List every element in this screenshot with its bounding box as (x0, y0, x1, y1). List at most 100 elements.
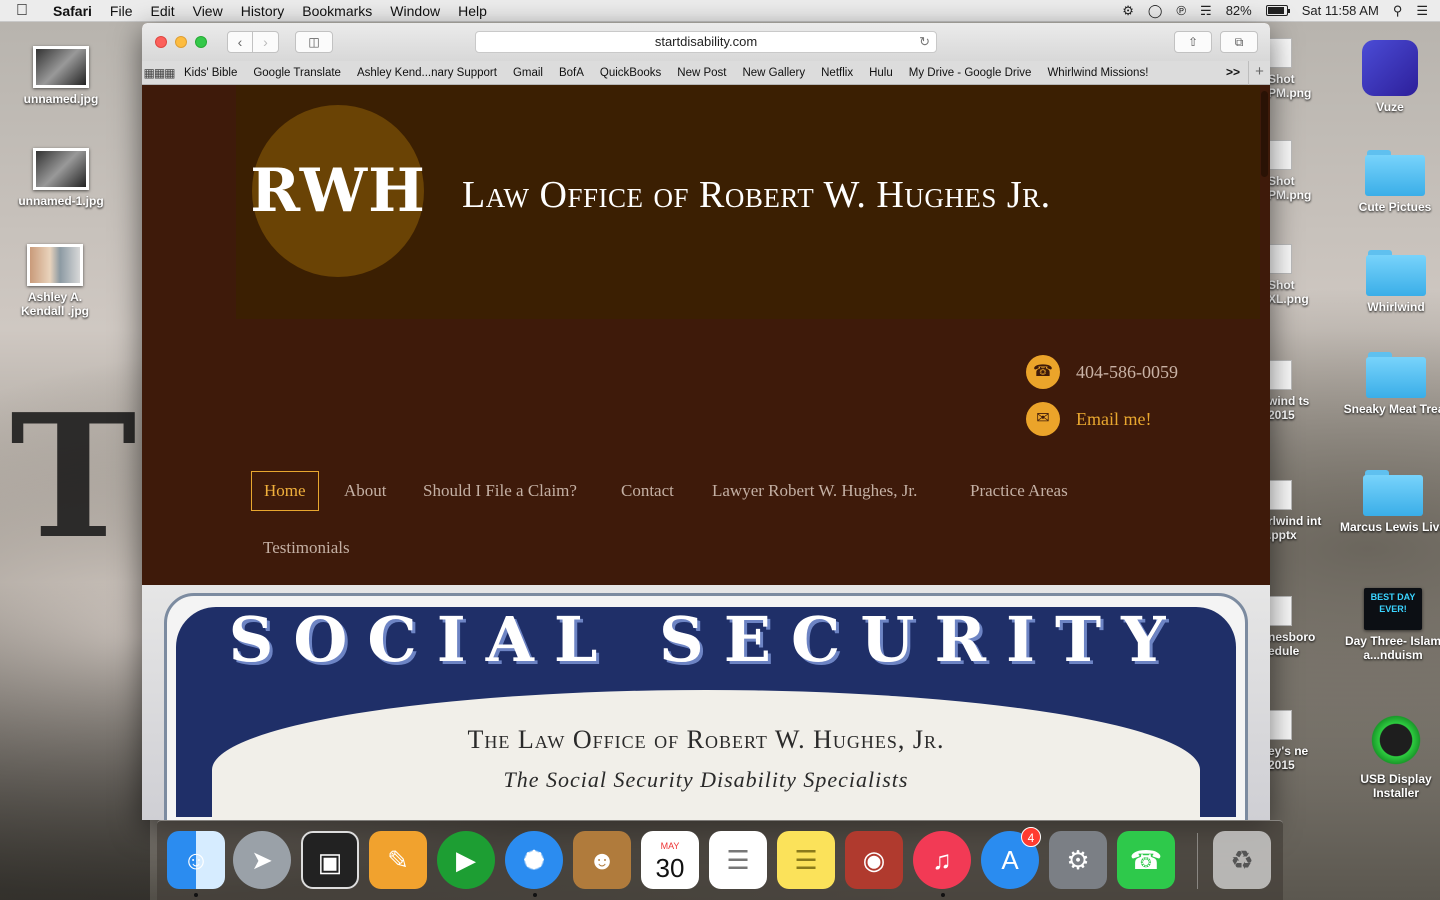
trash-icon[interactable]: ♻ (1213, 831, 1271, 889)
bookmark-link[interactable]: Kids' Bible (176, 67, 245, 79)
chevron-left-icon: ‹ (237, 34, 243, 50)
notes-icon[interactable]: ☰ (777, 831, 835, 889)
desktop-file-unnamed-1[interactable]: unnamed-1.jpg (6, 148, 116, 208)
forward-button[interactable]: › (253, 31, 279, 53)
bookmark-link[interactable]: New Post (669, 67, 734, 79)
desktop-doc-partial[interactable]: wind ts 2015 (1268, 360, 1328, 422)
desktop-file-label: USB Display Installer (1360, 772, 1432, 800)
minimize-window-button[interactable] (175, 36, 187, 48)
desktop-doc-partial[interactable]: rlwind int .pptx (1268, 480, 1328, 542)
bookmark-link[interactable]: My Drive - Google Drive (901, 67, 1040, 79)
nav-testimonials[interactable]: Testimonials (263, 538, 350, 558)
menu-window[interactable]: Window (381, 0, 449, 22)
desktop-folder-cute-pictues[interactable]: Cute Pictues (1340, 150, 1440, 214)
bookmark-link[interactable]: Whirlwind Missions! (1039, 67, 1156, 79)
zoom-window-button[interactable] (195, 36, 207, 48)
desktop-app-usb-display[interactable]: USB Display Installer (1341, 712, 1440, 800)
desktop-doc-partial[interactable]: Shot PM.png (1268, 38, 1328, 100)
desktop-app-vuze[interactable]: Vuze (1335, 40, 1440, 114)
app-store-badge: 4 (1021, 827, 1041, 847)
nav-home[interactable]: Home (251, 471, 319, 511)
back-button[interactable]: ‹ (227, 31, 253, 53)
folder-icon (1366, 352, 1426, 398)
bookmark-link[interactable]: Google Translate (245, 67, 349, 79)
launchpad-icon[interactable]: ➤ (233, 831, 291, 889)
phone-contact[interactable]: ☎ 404-586-0059 (1026, 355, 1178, 389)
desktop-doc-partial[interactable]: Shot XL.png (1268, 244, 1328, 306)
photos-icon[interactable]: ◉ (845, 831, 903, 889)
apple-menu-icon[interactable]:  (0, 2, 44, 20)
menu-history[interactable]: History (232, 0, 294, 22)
desktop-folder-whirlwind[interactable]: Whirlwind (1341, 250, 1440, 314)
system-preferences-icon[interactable]: ⚙ (1049, 831, 1107, 889)
desktop-file-unnamed[interactable]: unnamed.jpg (6, 46, 116, 106)
battery-icon[interactable] (1265, 5, 1290, 16)
site-logo[interactable]: RWH (250, 105, 425, 277)
nav-about[interactable]: About (344, 481, 387, 501)
sidebar-toggle-button[interactable]: ◫ (295, 31, 333, 53)
menu-help[interactable]: Help (449, 0, 496, 22)
clock[interactable]: Sat 11:58 AM (1302, 3, 1379, 18)
document-icon (1268, 140, 1292, 170)
tabs-overview-button[interactable]: ⧉ (1220, 31, 1258, 53)
menu-view[interactable]: View (184, 0, 232, 22)
photo-booth-icon[interactable]: ▣ (301, 831, 359, 889)
folder-icon (1363, 470, 1423, 516)
airplay-icon[interactable]: ◯ (1148, 3, 1163, 19)
usb-display-icon (1368, 712, 1424, 768)
notification-center-icon[interactable]: ☰ (1416, 3, 1428, 19)
menu-edit[interactable]: Edit (141, 0, 183, 22)
email-link: Email me! (1076, 408, 1152, 429)
battery-percent[interactable]: 82% (1226, 3, 1252, 18)
bookmark-link[interactable]: Hulu (861, 67, 901, 79)
desktop-file-day-three[interactable]: BEST DAY EVER! Day Three- Islam a...ndui… (1338, 588, 1440, 662)
web-page: RWH Law Office of Robert W. Hughes Jr. ☎… (142, 85, 1270, 820)
nav-practice-areas[interactable]: Practice Areas (970, 481, 1068, 501)
desktop-doc-partial[interactable]: nesboro edule (1268, 596, 1328, 658)
desktop-folder-sneaky-meat-treat[interactable]: Sneaky Meat Treat (1341, 352, 1440, 416)
bookmark-link[interactable]: New Gallery (734, 67, 813, 79)
nav-contact[interactable]: Contact (621, 481, 674, 501)
facetime-icon[interactable]: ☎ (1117, 831, 1175, 889)
new-tab-button[interactable]: + (1248, 61, 1270, 85)
bluetooth-icon[interactable]: ℗ (1176, 3, 1186, 18)
bookmark-link[interactable]: QuickBooks (592, 67, 669, 79)
finder-icon[interactable]: ☺ (167, 831, 225, 889)
reload-icon[interactable]: ↻ (919, 32, 930, 52)
menu-file[interactable]: File (101, 0, 142, 22)
desktop-file-ashley[interactable]: Ashley A. Kendall .jpg (0, 244, 110, 318)
sync-icon[interactable]: ⚙ (1122, 3, 1134, 19)
contacts-icon[interactable]: ☻ (573, 831, 631, 889)
bookmark-link[interactable]: BofA (551, 67, 592, 79)
usb-display-dock-icon[interactable]: ▶ (437, 831, 495, 889)
hero-banner-image: SOCIAL SECURITY The Law Office of Robert… (142, 585, 1270, 820)
address-bar[interactable]: startdisability.com ↻ (475, 31, 937, 53)
bookmark-link[interactable]: Ashley Kend...nary Support (349, 67, 505, 79)
bookmark-link[interactable]: Gmail (505, 67, 551, 79)
page-scrollbar[interactable] (1261, 91, 1268, 177)
desktop-doc-partial[interactable]: Shot PM.png (1268, 140, 1328, 202)
safari-dock-icon[interactable]: ❋ (505, 831, 563, 889)
close-window-button[interactable] (155, 36, 167, 48)
menu-bookmarks[interactable]: Bookmarks (293, 0, 381, 22)
nav-should-i-file[interactable]: Should I File a Claim? (423, 481, 577, 501)
desktop-folder-marcus-lewis-live[interactable]: Marcus Lewis Live (1338, 470, 1440, 534)
share-button[interactable]: ⇧ (1174, 31, 1212, 53)
desktop-doc-partial[interactable]: ey's ne 2015 (1268, 710, 1328, 772)
bookmark-link[interactable]: Netflix (813, 67, 861, 79)
desktop-file-label: Ashley A. Kendall .jpg (20, 290, 89, 318)
safari-window: ‹ › ◫ startdisability.com ↻ ⇧ ⧉ ▦▦▦ Kids… (142, 23, 1270, 820)
app-menu[interactable]: Safari (44, 0, 101, 22)
top-sites-grid-icon[interactable]: ▦▦▦ (142, 66, 176, 80)
spotlight-icon[interactable]: ⚲ (1393, 3, 1403, 19)
wifi-icon[interactable]: ☴ (1200, 3, 1212, 19)
site-title[interactable]: Law Office of Robert W. Hughes Jr. (462, 173, 1051, 217)
calendar-icon[interactable]: MAY 30 (641, 831, 699, 889)
reminders-icon[interactable]: ☰ (709, 831, 767, 889)
itunes-icon[interactable]: ♫ (913, 831, 971, 889)
more-bookmarks-icon[interactable]: >> (1226, 65, 1240, 79)
running-indicator (194, 893, 198, 897)
nav-lawyer[interactable]: Lawyer Robert W. Hughes, Jr. (712, 481, 917, 501)
pages-icon[interactable]: ✎ (369, 831, 427, 889)
email-contact[interactable]: ✉ Email me! (1026, 402, 1151, 436)
